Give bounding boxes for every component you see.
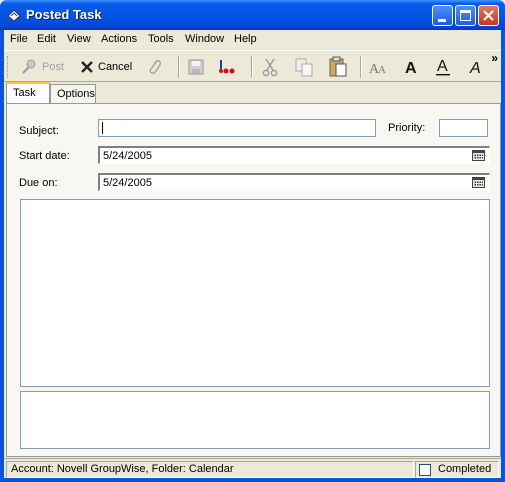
spell-check-button[interactable] bbox=[217, 55, 239, 79]
menu-help[interactable]: Help bbox=[234, 33, 257, 45]
start-date-label: Start date: bbox=[19, 150, 70, 162]
toolbar: Post Cancel A A A A A » bbox=[4, 50, 501, 82]
calendar-icon[interactable] bbox=[472, 177, 485, 188]
toolbar-separator bbox=[178, 56, 180, 78]
cancel-label: Cancel bbox=[98, 61, 133, 73]
clipboard-icon bbox=[329, 56, 347, 77]
svg-text:A: A bbox=[469, 60, 481, 76]
task-icon bbox=[7, 9, 21, 22]
menu-window[interactable]: Window bbox=[185, 33, 224, 45]
bold-button[interactable]: A bbox=[404, 55, 420, 79]
underline-icon: A bbox=[436, 58, 450, 76]
cancel-button[interactable]: Cancel bbox=[80, 55, 132, 79]
menu-tools[interactable]: Tools bbox=[148, 33, 174, 45]
toolbar-overflow-icon[interactable]: » bbox=[491, 51, 498, 65]
menu-actions[interactable]: Actions bbox=[101, 33, 137, 45]
bold-icon: A bbox=[405, 60, 417, 76]
cut-button[interactable] bbox=[262, 55, 278, 79]
maximize-icon bbox=[460, 10, 471, 21]
save-button[interactable] bbox=[188, 55, 204, 79]
menu-view[interactable]: View bbox=[67, 33, 91, 45]
due-date-value: 5/24/2005 bbox=[103, 177, 152, 189]
minimize-button[interactable] bbox=[432, 5, 453, 26]
spell-check-icon bbox=[219, 60, 235, 74]
menu-bar: File Edit View Actions Tools Window Help bbox=[4, 30, 501, 49]
floppy-disk-icon bbox=[188, 59, 204, 75]
menu-edit[interactable]: Edit bbox=[37, 33, 56, 45]
window-title: Posted Task bbox=[26, 7, 102, 22]
tab-options-label: Options bbox=[57, 88, 95, 100]
task-tab-panel: Subject: Priority: Start date: 5/24/2005… bbox=[6, 103, 501, 457]
status-location-text: Account: Novell GroupWise, Folder: Calen… bbox=[11, 463, 234, 475]
subject-field[interactable] bbox=[98, 119, 376, 137]
italic-icon: A bbox=[469, 60, 481, 76]
toolbar-separator bbox=[360, 56, 362, 78]
calendar-icon[interactable] bbox=[472, 150, 485, 161]
paste-button[interactable] bbox=[328, 55, 348, 79]
window-client: File Edit View Actions Tools Window Help… bbox=[4, 30, 501, 478]
menu-file[interactable]: File bbox=[10, 33, 28, 45]
priority-label: Priority: bbox=[388, 122, 426, 134]
svg-text:A: A bbox=[378, 64, 386, 76]
italic-button[interactable]: A bbox=[468, 55, 482, 79]
font-face-icon: A A bbox=[369, 62, 386, 76]
application-window: Posted Task File Edit View Actions Tools… bbox=[0, 0, 505, 482]
priority-field[interactable] bbox=[439, 119, 488, 137]
status-bar: Account: Novell GroupWise, Folder: Calen… bbox=[4, 458, 501, 478]
paperclip-icon bbox=[149, 60, 162, 74]
underline-button[interactable]: A bbox=[436, 55, 452, 79]
toolbar-separator bbox=[251, 56, 253, 78]
toolbar-grip[interactable] bbox=[7, 56, 10, 78]
attachment-area[interactable] bbox=[20, 391, 490, 449]
completed-checkbox[interactable] bbox=[419, 464, 431, 476]
due-date-label: Due on: bbox=[19, 177, 58, 189]
completed-label: Completed bbox=[438, 463, 492, 475]
start-date-value: 5/24/2005 bbox=[103, 150, 152, 162]
attach-button[interactable] bbox=[147, 55, 163, 79]
copy-button[interactable] bbox=[294, 55, 314, 79]
copy-icon bbox=[295, 58, 313, 77]
text-cursor bbox=[102, 122, 103, 134]
status-location: Account: Novell GroupWise, Folder: Calen… bbox=[6, 461, 414, 478]
svg-text:A: A bbox=[437, 58, 448, 75]
scissors-icon bbox=[262, 58, 278, 77]
tab-options[interactable]: Options bbox=[50, 84, 96, 104]
post-label: Post bbox=[42, 61, 65, 73]
start-date-field[interactable]: 5/24/2005 bbox=[98, 146, 490, 164]
post-button[interactable]: Post bbox=[20, 55, 64, 79]
completed-pane: Completed bbox=[415, 461, 499, 478]
title-bar[interactable]: Posted Task bbox=[0, 0, 505, 30]
post-icon bbox=[22, 59, 36, 74]
font-button[interactable]: A A bbox=[368, 55, 388, 79]
svg-text:A: A bbox=[405, 60, 417, 76]
tab-task[interactable]: Task bbox=[6, 82, 50, 103]
maximize-button[interactable] bbox=[455, 5, 476, 26]
tab-task-label: Task bbox=[13, 87, 36, 99]
close-icon bbox=[483, 10, 494, 21]
subject-label: Subject: bbox=[19, 125, 59, 137]
cancel-icon bbox=[81, 61, 93, 73]
due-date-field[interactable]: 5/24/2005 bbox=[98, 173, 490, 191]
close-button[interactable] bbox=[478, 5, 499, 26]
minimize-icon bbox=[438, 19, 446, 22]
message-body[interactable] bbox=[20, 199, 490, 387]
